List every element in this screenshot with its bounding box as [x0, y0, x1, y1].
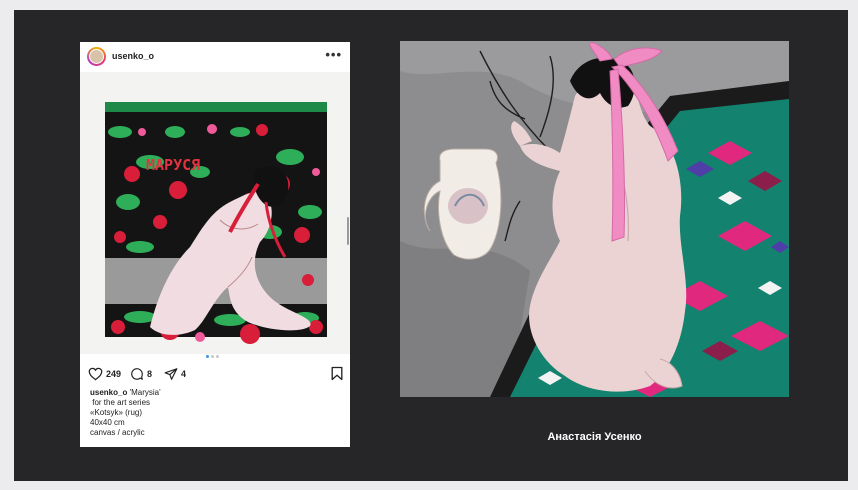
caption-title: 'Marysia' [127, 388, 161, 397]
artist-name: Анастасія Усенко [547, 431, 642, 443]
share-count: 4 [181, 369, 187, 379]
comment-icon [131, 368, 143, 380]
caption-line: «Kotsyk» (rug) [90, 408, 143, 417]
instagram-post-card: usenko_o ••• МАРУСЯ 249 8 4 usenko_o 'Ma… [80, 42, 350, 447]
caption-line: canvas / acrylic [90, 428, 145, 437]
carousel-indicator [206, 355, 221, 359]
page-background: usenko_o ••• МАРУСЯ 249 8 4 usenko_o 'Ma… [14, 10, 848, 481]
image-scrollbar[interactable] [347, 217, 349, 245]
post-actions: 249 8 4 [88, 365, 343, 383]
post-header: usenko_o ••• [80, 42, 350, 72]
caption-line: for the art series [90, 398, 151, 407]
artwork-title-text: МАРУСЯ [146, 156, 200, 174]
bookmark-button[interactable] [331, 366, 343, 386]
caption-username[interactable]: usenko_o [90, 388, 127, 397]
share-icon [164, 368, 178, 380]
comment-count: 8 [147, 369, 153, 379]
painting-image [400, 41, 789, 397]
bookmark-icon [331, 366, 343, 381]
carousel-dot-2[interactable] [211, 355, 214, 358]
comment-button[interactable]: 8 [130, 365, 152, 383]
carousel-dot-1[interactable] [206, 355, 209, 358]
heart-icon [88, 367, 103, 381]
post-username[interactable]: usenko_o [112, 51, 154, 61]
more-icon[interactable]: ••• [325, 47, 342, 62]
carousel-dot-3[interactable] [216, 355, 219, 358]
post-caption: usenko_o 'Marysia' for the art series «K… [90, 388, 340, 438]
caption-line: 40x40 cm [90, 418, 125, 427]
avatar[interactable] [87, 47, 106, 66]
like-button[interactable]: 249 [88, 365, 121, 383]
like-count: 249 [106, 369, 122, 379]
share-button[interactable]: 4 [164, 365, 186, 383]
post-image[interactable]: МАРУСЯ [80, 72, 350, 354]
